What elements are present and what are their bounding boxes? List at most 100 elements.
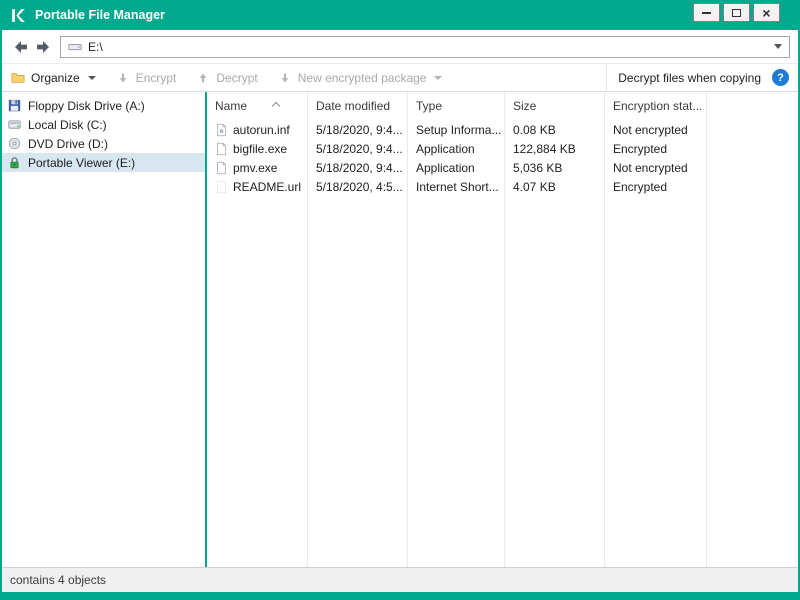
column-date-modified: Date modified 5/18/2020, 9:4... 5/18/202… [308, 92, 408, 567]
decrypt-button[interactable]: Decrypt [196, 70, 258, 85]
encryption-status-cell[interactable]: Encrypted [605, 139, 706, 158]
file-name-cell[interactable]: pmv.exe [207, 158, 307, 177]
sort-ascending-icon [271, 101, 281, 111]
decrypt-when-copying-label[interactable]: Decrypt files when copying [618, 71, 761, 85]
column-name: Name autorun.inf bigfile.exe pmv.exe REA… [207, 92, 308, 567]
type-cell[interactable]: Application [408, 139, 504, 158]
arrow-left-icon [15, 40, 27, 53]
organize-button[interactable]: Organize [11, 71, 96, 85]
new-package-dropdown-icon [434, 75, 443, 80]
window-controls: × [693, 3, 780, 22]
column-header-encryption-status[interactable]: Encryption stat... [605, 92, 706, 120]
drives-sidebar: Floppy Disk Drive (A:) Local Disk (C:) D… [2, 92, 205, 567]
arrow-up-icon [196, 71, 210, 85]
setup-file-icon [215, 123, 228, 137]
file-name-label: README.url [233, 179, 302, 194]
column-header-name[interactable]: Name [207, 92, 307, 120]
encryption-status-cell[interactable]: Not encrypted [605, 158, 706, 177]
size-cell[interactable]: 0.08 KB [505, 120, 604, 139]
file-name-cell[interactable]: autorun.inf [207, 120, 307, 139]
type-cell[interactable]: Setup Informa... [408, 120, 504, 139]
size-cell[interactable]: 122,884 KB [505, 139, 604, 158]
file-name-label: pmv.exe [233, 160, 278, 175]
column-header-label: Name [215, 99, 248, 113]
main-area: Floppy Disk Drive (A:) Local Disk (C:) D… [2, 92, 798, 567]
arrow-down-icon [116, 71, 130, 85]
encryption-status-cell[interactable]: Encrypted [605, 177, 706, 196]
encrypt-label: Encrypt [135, 70, 177, 85]
size-cell[interactable]: 5,036 KB [505, 158, 604, 177]
sidebar-item-dvd-d[interactable]: DVD Drive (D:) [2, 134, 205, 153]
toolbar: Organize Encrypt Decrypt New encrypted p… [2, 63, 798, 92]
window-content: E:\ Organize Encrypt Decrypt New encrypt… [2, 30, 798, 592]
column-header-label: Date modified [316, 99, 391, 113]
file-list-empty-area [707, 92, 798, 567]
date-modified-cell[interactable]: 5/18/2020, 9:4... [308, 120, 407, 139]
column-type: Type Setup Informa... Application Applic… [408, 92, 505, 567]
sidebar-item-label: DVD Drive (D:) [28, 136, 108, 151]
floppy-drive-icon [8, 99, 22, 113]
help-icon[interactable]: ? [772, 69, 789, 86]
file-name-label: bigfile.exe [233, 141, 288, 156]
arrow-right-icon [37, 40, 49, 53]
arrow-down-icon [278, 71, 292, 85]
toolbar-divider [606, 63, 608, 92]
column-header-label: Type [416, 99, 443, 113]
url-file-icon [215, 180, 228, 194]
close-button[interactable]: × [753, 3, 780, 22]
size-cell[interactable]: 4.07 KB [505, 177, 604, 196]
column-header-label: Encryption stat... [613, 99, 703, 113]
portable-file-manager-window: Portable File Manager × E:\ Organize Enc… [0, 0, 800, 600]
sidebar-item-label: Floppy Disk Drive (A:) [28, 98, 145, 113]
forward-button[interactable] [32, 36, 54, 58]
drive-icon [68, 40, 82, 54]
file-name-cell[interactable]: README.url [207, 177, 307, 196]
sidebar-item-local-disk-c[interactable]: Local Disk (C:) [2, 115, 205, 134]
encrypt-button[interactable]: Encrypt [116, 70, 177, 85]
sidebar-item-label: Portable Viewer (E:) [28, 155, 136, 170]
column-header-date-modified[interactable]: Date modified [308, 92, 407, 120]
type-cell[interactable]: Internet Short... [408, 177, 504, 196]
column-header-size[interactable]: Size [505, 92, 604, 120]
organize-dropdown-icon [87, 75, 96, 80]
column-encryption-status: Encryption stat... Not encrypted Encrypt… [605, 92, 707, 567]
application-file-icon [215, 142, 228, 156]
titlebar: Portable File Manager × [0, 0, 800, 30]
type-cell[interactable]: Application [408, 158, 504, 177]
sidebar-item-label: Local Disk (C:) [28, 117, 107, 132]
address-text: E:\ [88, 39, 103, 54]
date-modified-cell[interactable]: 5/18/2020, 9:4... [308, 158, 407, 177]
date-modified-cell[interactable]: 5/18/2020, 4:5... [308, 177, 407, 196]
navigation-bar: E:\ [2, 30, 798, 63]
kaspersky-logo-icon [10, 7, 27, 24]
file-list: Name autorun.inf bigfile.exe pmv.exe REA… [207, 92, 798, 567]
address-dropdown-icon[interactable] [774, 44, 782, 49]
address-bar[interactable]: E:\ [60, 35, 790, 58]
date-modified-cell[interactable]: 5/18/2020, 9:4... [308, 139, 407, 158]
close-icon: × [762, 4, 771, 21]
file-name-cell[interactable]: bigfile.exe [207, 139, 307, 158]
back-button[interactable] [10, 36, 32, 58]
toolbar-right: Decrypt files when copying ? [606, 63, 789, 92]
minimize-icon [702, 11, 711, 14]
sidebar-item-floppy-a[interactable]: Floppy Disk Drive (A:) [2, 96, 205, 115]
dvd-disc-icon [8, 137, 22, 151]
new-encrypted-package-label: New encrypted package [297, 70, 427, 85]
minimize-button[interactable] [693, 3, 720, 22]
encryption-status-cell[interactable]: Not encrypted [605, 120, 706, 139]
green-lock-icon [8, 156, 22, 170]
application-file-icon [215, 161, 228, 175]
column-size: Size 0.08 KB 122,884 KB 5,036 KB 4.07 KB [505, 92, 605, 567]
status-text: contains 4 objects [10, 573, 107, 587]
maximize-icon [732, 8, 741, 17]
window-title: Portable File Manager [35, 8, 165, 22]
sidebar-item-portable-viewer-e[interactable]: Portable Viewer (E:) [2, 153, 205, 172]
organize-label: Organize [31, 70, 80, 85]
column-header-type[interactable]: Type [408, 92, 504, 120]
hard-disk-icon [8, 118, 22, 132]
new-encrypted-package-button[interactable]: New encrypted package [278, 71, 443, 85]
decrypt-label: Decrypt [216, 70, 258, 85]
status-bar: contains 4 objects [2, 567, 798, 592]
maximize-button[interactable] [723, 3, 750, 22]
file-name-label: autorun.inf [233, 122, 290, 137]
